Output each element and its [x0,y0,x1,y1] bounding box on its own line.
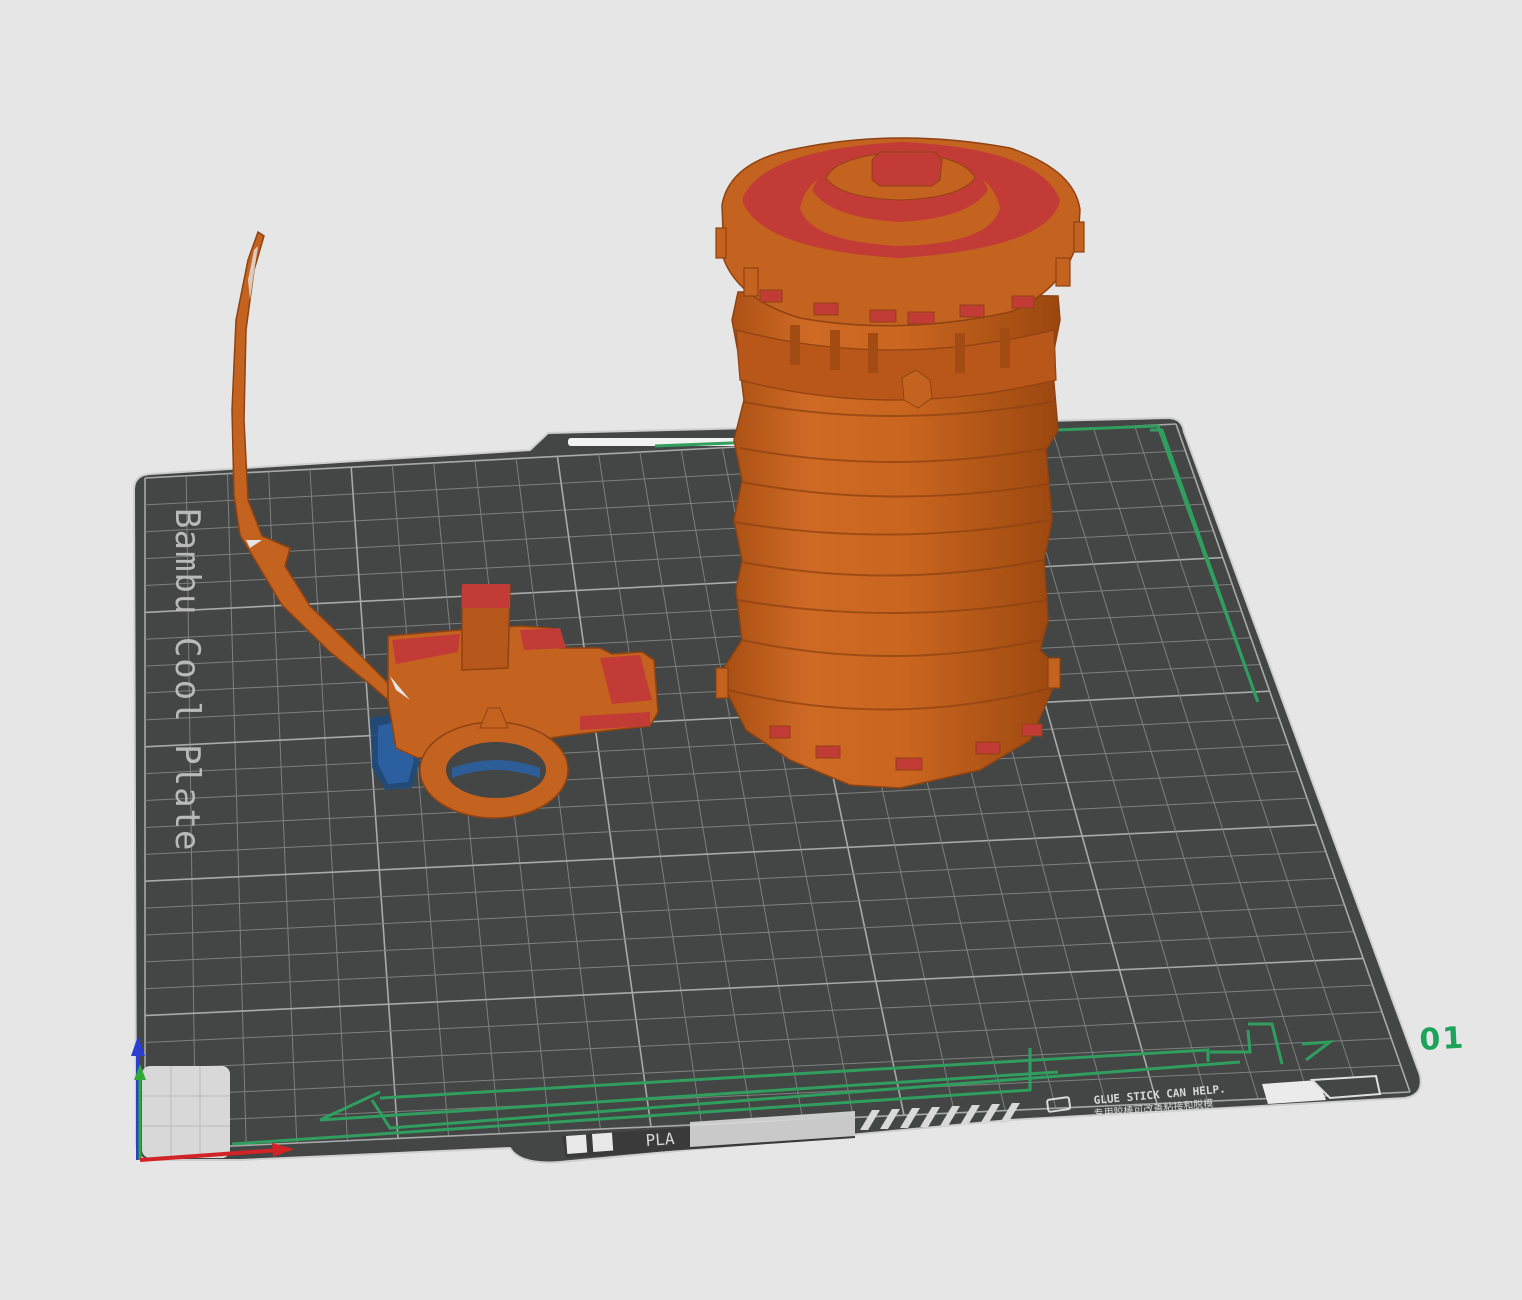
plate-number: 01 [1419,1021,1467,1058]
3d-viewport[interactable]: Bambu Cool Plate PLA GLUE STICK CAN HELP… [0,0,1522,1296]
plate-name-label: Bambu Cool Plate [167,508,207,852]
cylinder-tower-object[interactable] [715,137,1085,789]
origin-marker [142,1066,230,1158]
viewport-canvas[interactable]: Bambu Cool Plate PLA GLUE STICK CAN HELP… [0,0,1522,1296]
plate-material-label: PLA [645,1129,676,1150]
